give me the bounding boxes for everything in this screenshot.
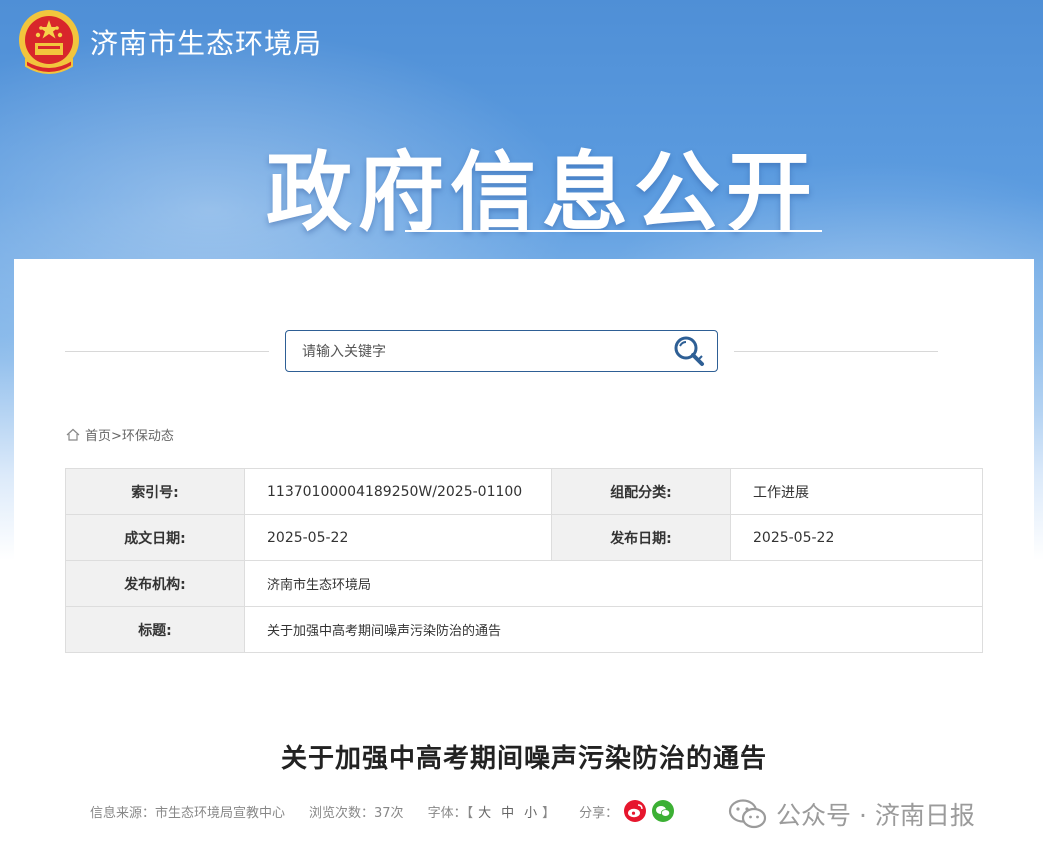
- article-title: 关于加强中高考期间噪声污染防治的通告: [280, 744, 767, 774]
- index-label: 索引号:: [65, 468, 245, 515]
- font-medium-button[interactable]: 中: [501, 806, 514, 821]
- font-size-label: 字体：: [427, 805, 467, 821]
- watermark: 公众号 · 济南日报: [728, 796, 975, 832]
- bracket-open: 【: [466, 805, 474, 821]
- share-label: 分享：: [579, 805, 619, 821]
- font-size-controls: 字体：【大中小】: [428, 802, 556, 821]
- breadcrumb-current[interactable]: 环保动态: [122, 429, 174, 444]
- site-title[interactable]: 济南市生态环境局: [90, 22, 322, 62]
- table-row: 标题: 关于加强中高考期间噪声污染防治的通告: [65, 606, 983, 653]
- created-date-label: 成文日期:: [65, 514, 245, 561]
- watermark-text: 公众号 · 济南日报: [776, 801, 975, 830]
- views-text: 浏览次数：37次: [309, 805, 404, 821]
- article-info-bar: 信息来源：市生态环境局宣教中心 浏览次数：37次 字体：【大中小】 分享：: [90, 800, 675, 822]
- search-divider-left: [65, 351, 269, 352]
- search-input[interactable]: [300, 339, 664, 365]
- hero-title: 政府信息公开: [266, 143, 818, 243]
- table-row: 成文日期: 2025-05-22 发布日期: 2025-05-22: [65, 514, 983, 561]
- content-card: 首页>环保动态 索引号: 11370100004189250W/2025-011…: [14, 259, 1034, 857]
- metadata-table: 索引号: 11370100004189250W/2025-01100 组配分类:…: [65, 468, 983, 653]
- org-value: 济南市生态环境局: [244, 560, 983, 607]
- search-icon[interactable]: [671, 334, 707, 368]
- org-label: 发布机构:: [65, 560, 245, 607]
- title-value: 关于加强中高考期间噪声污染防治的通告: [244, 606, 983, 653]
- published-date-value: 2025-05-22: [730, 514, 983, 561]
- search-box: [285, 330, 718, 372]
- national-emblem-icon: [19, 10, 79, 74]
- created-date-value: 2025-05-22: [244, 514, 552, 561]
- wechat-share-icon[interactable]: [652, 800, 675, 822]
- weibo-share-icon[interactable]: [624, 800, 647, 822]
- search-divider-right: [734, 351, 938, 352]
- title-label: 标题:: [65, 606, 245, 653]
- table-row: 索引号: 11370100004189250W/2025-01100 组配分类:…: [65, 468, 983, 515]
- category-value: 工作进展: [730, 468, 983, 515]
- table-row: 发布机构: 济南市生态环境局: [65, 560, 983, 607]
- index-value: 11370100004189250W/2025-01100: [244, 468, 552, 515]
- bracket-close: 】: [542, 805, 556, 821]
- breadcrumb: 首页>环保动态: [66, 425, 174, 444]
- breadcrumb-home[interactable]: 首页: [85, 429, 111, 444]
- source-text: 信息来源：市生态环境局宣教中心: [90, 805, 286, 821]
- font-small-button[interactable]: 小: [524, 806, 537, 821]
- published-date-label: 发布日期:: [551, 514, 731, 561]
- wechat-watermark-icon: [728, 799, 767, 829]
- font-large-button[interactable]: 大: [478, 806, 491, 821]
- breadcrumb-separator: >: [111, 429, 122, 444]
- hero-underline: [405, 230, 822, 232]
- home-icon: [66, 428, 80, 441]
- category-label: 组配分类:: [551, 468, 731, 515]
